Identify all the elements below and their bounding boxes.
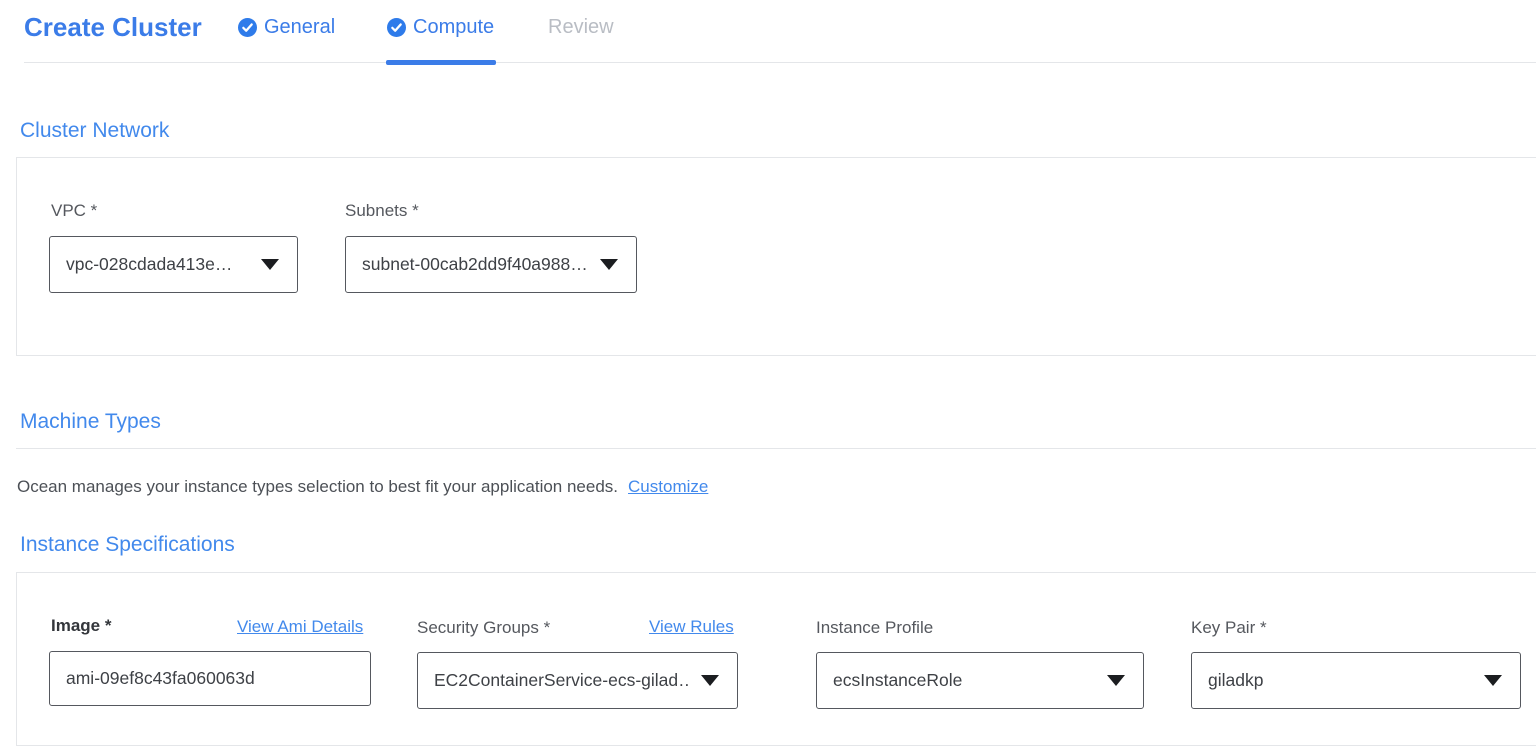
active-tab-underline: [386, 60, 496, 65]
key-pair-label: Key Pair *: [1191, 618, 1267, 638]
vpc-dropdown-value: vpc-028cdada413e…: [66, 254, 232, 275]
instance-specifications-card: Image * View Ami Details Security Groups…: [16, 572, 1536, 746]
caret-down-icon: [1484, 675, 1502, 686]
vpc-label: VPC *: [51, 201, 97, 221]
image-input[interactable]: [49, 651, 371, 706]
view-ami-details-link[interactable]: View Ami Details: [237, 617, 363, 637]
view-rules-link[interactable]: View Rules: [649, 617, 734, 637]
subnets-dropdown-value: subnet-00cab2dd9f40a988…: [362, 254, 588, 275]
machine-types-divider: [16, 448, 1536, 449]
caret-down-icon: [1107, 675, 1125, 686]
machine-types-description: Ocean manages your instance types select…: [17, 477, 708, 497]
security-groups-label: Security Groups *: [417, 618, 550, 638]
tab-general-label: General: [264, 16, 335, 39]
security-groups-dropdown-value: EC2ContainerService-ecs-gilad…: [434, 670, 689, 691]
caret-down-icon: [261, 259, 279, 270]
tab-review-label: Review: [548, 16, 614, 39]
security-groups-dropdown[interactable]: EC2ContainerService-ecs-gilad…: [417, 652, 738, 709]
instance-profile-label: Instance Profile: [816, 618, 933, 638]
caret-down-icon: [701, 675, 719, 686]
check-circle-icon: [387, 18, 406, 37]
header-divider: [24, 62, 1536, 63]
customize-link[interactable]: Customize: [628, 477, 708, 496]
machine-types-description-text: Ocean manages your instance types select…: [17, 477, 618, 496]
subnets-dropdown[interactable]: subnet-00cab2dd9f40a988…: [345, 236, 637, 293]
instance-specifications-heading: Instance Specifications: [20, 533, 235, 557]
image-label: Image *: [51, 616, 111, 636]
key-pair-dropdown[interactable]: giladkp: [1191, 652, 1521, 709]
tab-review[interactable]: Review: [548, 16, 614, 39]
tab-compute-label: Compute: [413, 16, 494, 39]
caret-down-icon: [600, 259, 618, 270]
page-title: Create Cluster: [24, 12, 202, 43]
tab-general[interactable]: General: [238, 16, 335, 39]
vpc-dropdown[interactable]: vpc-028cdada413e…: [49, 236, 298, 293]
machine-types-heading: Machine Types: [20, 410, 161, 434]
instance-profile-dropdown[interactable]: ecsInstanceRole: [816, 652, 1144, 709]
subnets-label: Subnets *: [345, 201, 419, 221]
tab-compute[interactable]: Compute: [387, 16, 494, 39]
instance-profile-dropdown-value: ecsInstanceRole: [833, 670, 962, 691]
cluster-network-card: VPC * vpc-028cdada413e… Subnets * subnet…: [16, 157, 1536, 356]
cluster-network-heading: Cluster Network: [20, 119, 169, 143]
key-pair-dropdown-value: giladkp: [1208, 670, 1263, 691]
check-circle-icon: [238, 18, 257, 37]
